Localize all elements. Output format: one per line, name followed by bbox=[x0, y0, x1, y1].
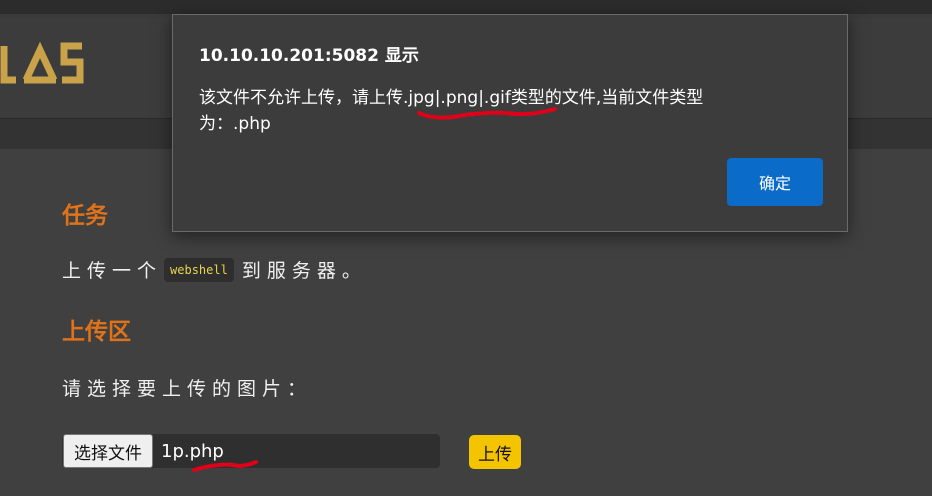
task-description: 上传一个 webshell 到服务器。 bbox=[62, 256, 367, 283]
choose-file-button[interactable]: 选择文件 bbox=[63, 434, 153, 468]
upload-button[interactable]: 上传 bbox=[469, 435, 521, 469]
task-heading: 任务 bbox=[62, 203, 108, 229]
task-text-before: 上传一个 bbox=[62, 260, 163, 282]
selected-file-name: 1p.php bbox=[161, 440, 224, 462]
dialog-ok-button[interactable]: 确定 bbox=[727, 158, 823, 206]
task-text-after: 到服务器。 bbox=[241, 260, 367, 282]
page: 任务 上传一个 webshell 到服务器。 上传区 请选择要上传的图片： 选择… bbox=[0, 0, 932, 496]
dialog-message-line-2: 为：.php bbox=[199, 114, 271, 134]
site-logo-icon bbox=[0, 41, 84, 84]
alert-dialog: 10.10.10.201:5082 显示 该文件不允许上传，请上传.jpg|.p… bbox=[172, 14, 848, 232]
dialog-message: 该文件不允许上传，请上传.jpg|.png|.gif类型的文件,当前文件类型 为… bbox=[199, 85, 799, 137]
upload-heading: 上传区 bbox=[62, 319, 131, 345]
select-image-prompt: 请选择要上传的图片： bbox=[62, 378, 313, 400]
webshell-code: webshell bbox=[164, 257, 234, 282]
file-input[interactable]: 选择文件 1p.php bbox=[62, 434, 440, 468]
dialog-title: 10.10.10.201:5082 显示 bbox=[199, 46, 419, 66]
dialog-message-line-1: 该文件不允许上传，请上传.jpg|.png|.gif类型的文件,当前文件类型 bbox=[199, 88, 704, 108]
